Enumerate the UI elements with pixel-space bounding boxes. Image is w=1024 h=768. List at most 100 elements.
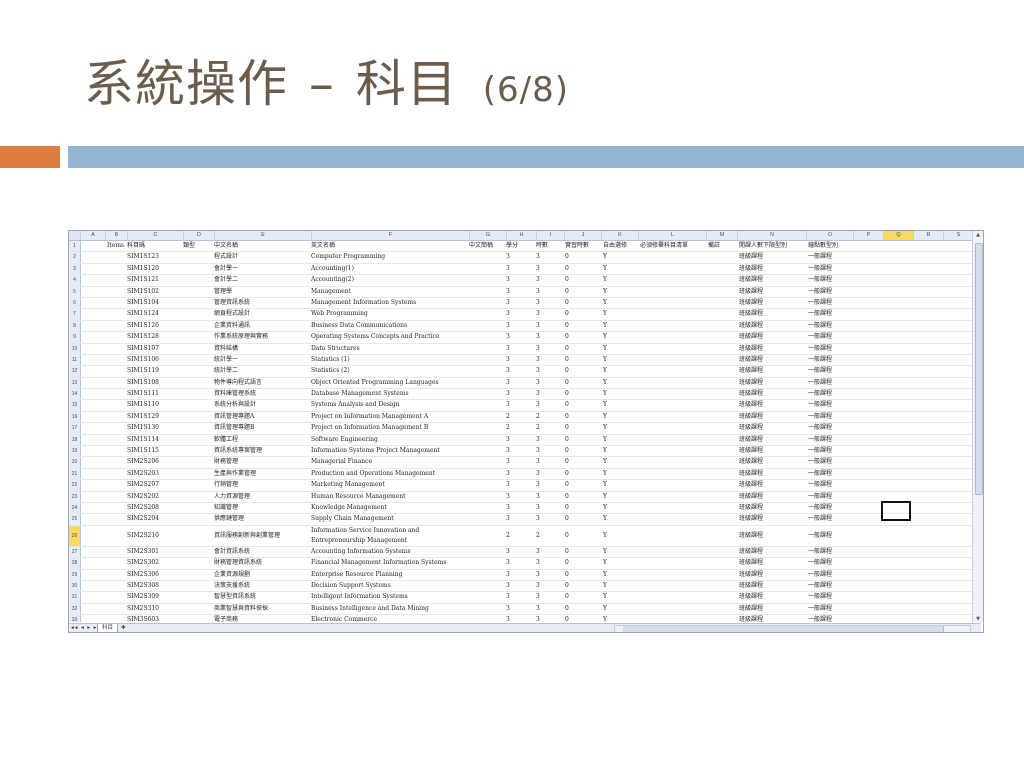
cell-hours[interactable]: 2 (536, 423, 562, 433)
row-number[interactable]: 29 (69, 569, 81, 580)
cell-code[interactable]: SIM1S106 (127, 355, 183, 365)
cell-hours[interactable]: 3 (536, 264, 562, 274)
cell-credits[interactable]: 3 (506, 264, 534, 274)
cell-elective[interactable]: Y (603, 435, 639, 445)
cell-english-name[interactable]: Marketing Management (311, 480, 469, 490)
cell-english-name[interactable]: Statistics (2) (311, 366, 469, 376)
cell-enrollment-type[interactable]: 班級課程 (739, 344, 808, 354)
cell-hours[interactable]: 3 (536, 570, 562, 580)
cell-enrollment-type[interactable]: 班級課程 (739, 298, 808, 308)
cell-elective[interactable]: Y (603, 492, 639, 502)
cell-enrollment-type[interactable]: 班級課程 (739, 604, 808, 614)
column-header-n[interactable]: N (738, 231, 807, 240)
header-cell-credits[interactable]: 學分 (506, 241, 534, 251)
cell-hours[interactable]: 3 (536, 558, 562, 568)
cell-enrollment-type[interactable]: 班級課程 (739, 581, 808, 591)
cell-lab-hours[interactable]: 0 (565, 298, 600, 308)
row-number[interactable]: 15 (69, 400, 81, 411)
cell-english-name[interactable]: Project on Information Management A (311, 412, 469, 422)
cell-chinese-name[interactable]: 資料結構 (214, 344, 310, 354)
cell-lab-hours[interactable]: 0 (565, 480, 600, 490)
cell-lab-hours[interactable]: 0 (565, 321, 600, 331)
cell-hour-type[interactable]: 一般課程 (808, 275, 855, 285)
cell-lab-hours[interactable]: 0 (565, 344, 600, 354)
cell-chinese-name[interactable]: 資料庫管理系統 (214, 389, 310, 399)
cell-enrollment-type[interactable]: 班級課程 (739, 492, 808, 502)
cell-chinese-name[interactable]: 人力資源管理 (214, 492, 310, 502)
row-number[interactable]: 16 (69, 411, 81, 423)
header-cell-short-name[interactable]: 中文簡稱 (469, 241, 505, 251)
row-number[interactable]: 11 (69, 354, 81, 366)
cell-code[interactable]: SIM2S203 (127, 469, 183, 479)
cell-hour-type[interactable]: 一般課程 (808, 264, 855, 274)
cell-english-name[interactable]: Knowledge Management (311, 503, 469, 513)
cell-enrollment-type[interactable]: 班級課程 (739, 309, 808, 319)
header-cell-prerequisites[interactable]: 必須修畢科目清單 (640, 241, 708, 251)
cell-lab-hours[interactable]: 0 (565, 592, 600, 602)
cell-english-name[interactable]: Decision Support Systems (311, 581, 469, 591)
cell-hours[interactable]: 2 (536, 412, 562, 422)
cell-hours[interactable]: 3 (536, 446, 562, 456)
cell-chinese-name[interactable]: 資訊管理專題B (214, 423, 310, 433)
cell-credits[interactable]: 3 (506, 480, 534, 490)
cell-credits[interactable]: 2 (506, 526, 534, 546)
cell-chinese-name[interactable]: 統計學一 (214, 355, 310, 365)
cell-lab-hours[interactable]: 0 (565, 558, 600, 568)
row-number[interactable]: 30 (69, 580, 81, 592)
cell-enrollment-type[interactable]: 班級課程 (739, 366, 808, 376)
column-header-a[interactable]: A (81, 231, 106, 240)
cell-chinese-name[interactable]: 生產與作業管理 (214, 469, 310, 479)
cell-english-name[interactable]: Database Management Systems (311, 389, 469, 399)
cell-code[interactable]: SIM1S124 (127, 309, 183, 319)
cell-hour-type[interactable]: 一般課程 (808, 287, 855, 297)
cell-credits[interactable]: 3 (506, 332, 534, 342)
cell-hours[interactable]: 2 (536, 526, 562, 546)
cell-elective[interactable]: Y (603, 287, 639, 297)
cell-chinese-name[interactable]: 系統分析與設計 (214, 400, 310, 410)
column-header-s[interactable]: S (944, 231, 974, 240)
cell-chinese-name[interactable]: 資訊系統專案管理 (214, 446, 310, 456)
cell-elective[interactable]: Y (603, 264, 639, 274)
cell-lab-hours[interactable]: 0 (565, 252, 600, 262)
row-number[interactable]: 18 (69, 434, 81, 446)
cell-code[interactable]: SIM2S306 (127, 570, 183, 580)
cell-lab-hours[interactable]: 0 (565, 604, 600, 614)
cell-elective[interactable]: Y (603, 446, 639, 456)
cell-credits[interactable]: 3 (506, 514, 534, 524)
cell-credits[interactable]: 3 (506, 321, 534, 331)
cell-code[interactable]: SIM1S108 (127, 378, 183, 388)
cell-credits[interactable]: 3 (506, 309, 534, 319)
cell-english-name[interactable]: Managerial Finance (311, 457, 469, 467)
cell-hour-type[interactable]: 一般課程 (808, 298, 855, 308)
cell-code[interactable]: SIM2S310 (127, 604, 183, 614)
column-header-e[interactable]: E (215, 231, 312, 240)
cell-chinese-name[interactable]: 行銷管理 (214, 480, 310, 490)
cell-credits[interactable]: 3 (506, 344, 534, 354)
row-number[interactable]: 14 (69, 389, 81, 400)
scroll-down-icon[interactable]: ▼ (973, 615, 983, 623)
cell-chinese-name[interactable]: 物件導向程式語言 (214, 378, 310, 388)
header-cell-elective[interactable]: 自由選修 (603, 241, 639, 251)
cell-chinese-name[interactable]: 作業系統原理與實務 (214, 332, 310, 342)
cell-credits[interactable]: 3 (506, 503, 534, 513)
row-number[interactable]: 2 (69, 252, 81, 263)
cell-english-name[interactable]: Supply Chain Management (311, 514, 469, 524)
row-number[interactable]: 10 (69, 343, 81, 354)
cell-english-name[interactable]: Production and Operations Management (311, 469, 469, 479)
cell-enrollment-type[interactable]: 班級課程 (739, 400, 808, 410)
cell-hour-type[interactable]: 一般課程 (808, 604, 855, 614)
cell-chinese-name[interactable]: 知識管理 (214, 503, 310, 513)
cell-hour-type[interactable]: 一般課程 (808, 309, 855, 319)
cell-hours[interactable]: 3 (536, 492, 562, 502)
cell-english-name[interactable]: Intelligent Information Systems (311, 592, 469, 602)
cell-code[interactable]: SIM1S121 (127, 275, 183, 285)
cell-enrollment-type[interactable]: 班級課程 (739, 321, 808, 331)
cell-credits[interactable]: 3 (506, 355, 534, 365)
cell-hours[interactable]: 3 (536, 480, 562, 490)
cell-lab-hours[interactable]: 0 (565, 457, 600, 467)
cell-english-name[interactable]: Web Programming (311, 309, 469, 319)
cell-chinese-name[interactable]: 軟體工程 (214, 435, 310, 445)
cell-enrollment-type[interactable]: 班級課程 (739, 558, 808, 568)
cell-code[interactable]: SIM2S309 (127, 592, 183, 602)
cell-english-name[interactable]: Statistics (1) (311, 355, 469, 365)
